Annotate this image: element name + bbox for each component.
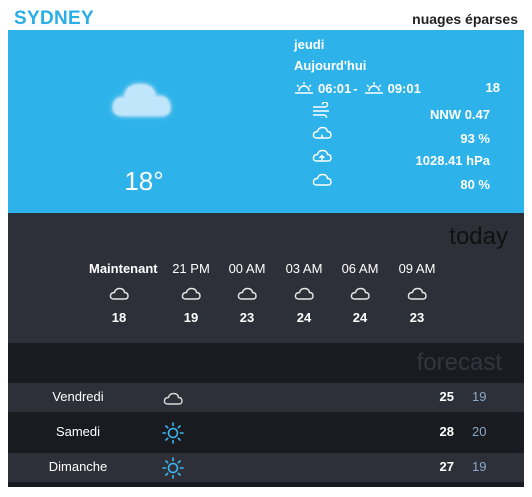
humidity-icon [312, 126, 332, 139]
hour-temperature: 23 [409, 310, 425, 325]
hour-label: 00 AM [228, 261, 266, 276]
hour-temperature: 23 [239, 310, 255, 325]
sun-icon [162, 457, 184, 479]
hour-label: 21 PM [172, 261, 210, 276]
daily-forecast-panel: forecast Vendredi 25 19 Samedi 28 20 Dim… [8, 343, 524, 487]
hour-item: 00 AM 23 [217, 261, 277, 325]
sun-icon [162, 422, 184, 444]
humidity-value: 93 % [460, 131, 490, 146]
sunrise-icon [295, 82, 313, 94]
cloudiness-icon [312, 173, 332, 186]
cloud-icon [109, 287, 129, 300]
forecast-row: Dimanche 27 19 [8, 453, 524, 482]
hour-item: 21 PM 19 [161, 261, 221, 325]
hour-label: 09 AM [398, 261, 436, 276]
hour-label: Maintenant [89, 261, 158, 276]
today-title: today [449, 223, 508, 250]
sunset-icon [364, 82, 383, 94]
wind-value: NNW 0.47 [430, 107, 490, 122]
cloud-icon [237, 287, 257, 300]
pressure-icon [312, 149, 332, 162]
cloud-icon [407, 287, 427, 300]
hour-item: 09 AM 23 [387, 261, 447, 325]
cloud-icon [294, 287, 314, 300]
current-temperature: 18° [124, 166, 164, 196]
forecast-high: 25 [439, 389, 454, 404]
wind-icon [313, 102, 329, 118]
day-name: jeudi [294, 37, 325, 52]
high-temperature: 18 [485, 80, 500, 95]
forecast-row: Samedi 28 20 [8, 418, 524, 447]
forecast-low: 20 [472, 424, 487, 439]
hour-label: 06 AM [341, 261, 379, 276]
forecast-day: Samedi [55, 424, 101, 439]
forecast-day: Dimanche [48, 459, 108, 474]
forecast-high: 28 [439, 424, 454, 439]
hour-item: 06 AM 24 [330, 261, 390, 325]
cloudiness-value: 80 % [460, 177, 490, 192]
hour-temperature: 24 [352, 310, 368, 325]
forecast-day: Vendredi [52, 389, 104, 404]
hour-label: 03 AM [285, 261, 323, 276]
forecast-low: 19 [472, 389, 487, 404]
forecast-row: Vendredi 25 19 [8, 383, 524, 412]
hour-temperature: 24 [296, 310, 312, 325]
hourly-forecast-panel: today Maintenant 18 21 PM 19 00 AM 23 03… [8, 213, 524, 343]
forecast-title: forecast [416, 349, 502, 376]
sunset-time: 09:01 [387, 80, 421, 96]
hour-temperature: 19 [183, 310, 199, 325]
sunrise-time: 06:01 [318, 80, 352, 96]
city-name: SYDNEY [14, 8, 94, 29]
today-label: Aujourd'hui [294, 58, 367, 73]
hour-item: Maintenant 18 [89, 261, 158, 325]
cloud-icon [163, 392, 183, 405]
hour-item: 03 AM 24 [274, 261, 334, 325]
hour-temperature: 18 [111, 310, 127, 325]
cloud-icon [181, 287, 201, 300]
sun-separator: - [353, 80, 358, 96]
forecast-low: 19 [472, 459, 487, 474]
current-weather-panel: 18° jeudi Aujourd'hui 06:01 - 09:01 18 N… [8, 30, 524, 213]
cloud-icon [112, 83, 172, 117]
header: SYDNEY nuages éparses [0, 0, 532, 30]
sun-times: 06:01 - 09:01 [294, 79, 421, 97]
cloud-icon [350, 287, 370, 300]
forecast-high: 27 [439, 459, 454, 474]
weather-condition: nuages éparses [412, 11, 518, 27]
pressure-value: 1028.41 hPa [415, 153, 490, 168]
